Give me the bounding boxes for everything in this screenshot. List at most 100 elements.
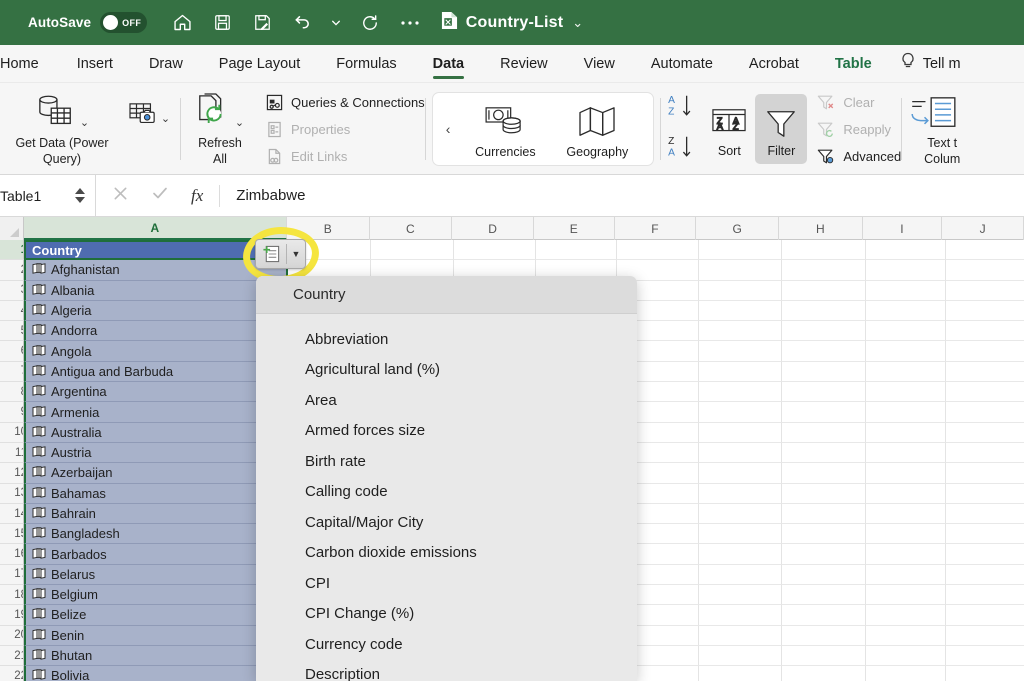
cell-g11[interactable] xyxy=(699,442,782,464)
cell-a12[interactable]: Azerbaijan xyxy=(24,463,288,484)
row-header-21[interactable]: 21 xyxy=(0,645,24,667)
cell-g19[interactable] xyxy=(699,605,782,626)
cell-j16[interactable] xyxy=(946,544,1024,565)
row-header-10[interactable]: 10 xyxy=(0,422,24,443)
cell-j19[interactable] xyxy=(946,605,1024,626)
cell-h12[interactable] xyxy=(782,463,866,484)
column-header-d[interactable]: D xyxy=(452,217,534,240)
name-box-spinner[interactable] xyxy=(75,188,85,203)
undo-chevron-icon[interactable] xyxy=(331,12,341,34)
dropdown-item-description[interactable]: Description xyxy=(256,660,637,681)
cell-j20[interactable] xyxy=(946,626,1024,646)
cell-i12[interactable] xyxy=(866,463,946,484)
cell-i18[interactable] xyxy=(866,585,946,606)
cell-i21[interactable] xyxy=(866,645,946,667)
cell-j7[interactable] xyxy=(946,362,1024,383)
select-all-corner[interactable] xyxy=(0,217,24,240)
tab-view[interactable]: View xyxy=(584,45,615,83)
cell-h19[interactable] xyxy=(782,605,866,626)
row-header-3[interactable]: 3 xyxy=(0,280,24,301)
tab-table[interactable]: Table xyxy=(835,45,872,83)
cell-h13[interactable] xyxy=(782,483,866,504)
cell-g10[interactable] xyxy=(699,422,782,443)
properties-button[interactable]: Properties xyxy=(265,120,425,138)
cell-i19[interactable] xyxy=(866,605,946,626)
cell-c1[interactable] xyxy=(371,240,454,261)
cell-h20[interactable] xyxy=(782,625,866,646)
insert-function-icon[interactable]: fx xyxy=(191,186,203,206)
row-header-9[interactable]: 9 xyxy=(0,402,24,423)
document-menu-chevron-icon[interactable]: ⌄ xyxy=(572,15,583,31)
tab-home[interactable]: Home xyxy=(0,45,39,83)
cell-g5[interactable] xyxy=(699,321,782,342)
clear-filter-button[interactable]: Clear xyxy=(817,93,901,111)
reapply-filter-button[interactable]: Reapply xyxy=(817,120,901,138)
data-type-geography-button[interactable]: Geography xyxy=(551,94,643,164)
accept-check-icon[interactable] xyxy=(151,184,169,207)
cell-g9[interactable] xyxy=(699,402,782,423)
cell-a8[interactable]: Argentina xyxy=(24,382,288,403)
cell-i1[interactable] xyxy=(866,240,946,261)
cell-g22[interactable] xyxy=(699,666,782,681)
cell-g14[interactable] xyxy=(699,503,782,525)
column-header-g[interactable]: G xyxy=(696,217,779,240)
cell-i3[interactable] xyxy=(866,280,946,301)
cell-g16[interactable] xyxy=(699,544,782,565)
get-data-button[interactable]: ⌄ Get Data (Power Query) xyxy=(6,88,118,170)
cell-a15[interactable]: Bangladesh xyxy=(24,524,288,545)
cell-j13[interactable] xyxy=(946,484,1024,504)
cell-e1[interactable] xyxy=(536,240,617,261)
text-to-columns-button[interactable]: Text t Colum xyxy=(902,88,974,170)
row-header-8[interactable]: 8 xyxy=(0,382,24,403)
dropdown-item-area[interactable]: Area xyxy=(256,385,637,416)
queries-and-connections-button[interactable]: Queries & Connections xyxy=(265,93,425,111)
cell-h21[interactable] xyxy=(782,645,866,667)
cell-i4[interactable] xyxy=(866,300,946,322)
cell-i10[interactable] xyxy=(866,422,946,443)
cell-i9[interactable] xyxy=(866,402,946,423)
cell-h10[interactable] xyxy=(782,422,866,443)
tab-page-layout[interactable]: Page Layout xyxy=(219,45,300,83)
cell-i16[interactable] xyxy=(866,544,946,565)
cell-a21[interactable]: Bhutan xyxy=(24,645,288,667)
cell-h18[interactable] xyxy=(782,585,866,606)
cell-h11[interactable] xyxy=(782,442,866,464)
cell-h3[interactable] xyxy=(782,280,866,301)
cell-g21[interactable] xyxy=(699,645,782,667)
cell-i6[interactable] xyxy=(866,341,946,362)
cell-i2[interactable] xyxy=(866,260,946,281)
dropdown-item-abbreviation[interactable]: Abbreviation xyxy=(256,324,637,355)
cell-g4[interactable] xyxy=(699,300,782,322)
cell-j15[interactable] xyxy=(946,524,1024,545)
cell-h5[interactable] xyxy=(782,321,866,342)
advanced-filter-button[interactable]: Advanced xyxy=(817,147,901,165)
cell-a10[interactable]: Australia xyxy=(24,422,288,443)
cell-j12[interactable] xyxy=(946,463,1024,484)
tab-review[interactable]: Review xyxy=(500,45,548,83)
cell-h15[interactable] xyxy=(782,524,866,545)
cancel-x-icon[interactable] xyxy=(112,185,129,207)
cell-h7[interactable] xyxy=(782,361,866,383)
column-header-c[interactable]: C xyxy=(370,217,453,240)
tab-insert[interactable]: Insert xyxy=(77,45,113,83)
column-header-h[interactable]: H xyxy=(779,217,863,240)
refresh-all-chevron-icon[interactable]: ⌄ xyxy=(235,117,244,131)
data-types-collapse-icon[interactable]: ‹ xyxy=(443,121,460,137)
cell-h4[interactable] xyxy=(782,300,866,322)
home-icon[interactable] xyxy=(171,12,193,34)
cell-a6[interactable]: Angola xyxy=(24,341,288,362)
cell-i5[interactable] xyxy=(866,321,946,342)
cell-h8[interactable] xyxy=(782,382,866,403)
cell-g12[interactable] xyxy=(699,463,782,484)
save-as-icon[interactable] xyxy=(251,12,273,34)
cell-i14[interactable] xyxy=(866,503,946,525)
cell-j1[interactable] xyxy=(946,240,1024,261)
row-header-11[interactable]: 11 xyxy=(0,442,24,464)
more-options-icon[interactable] xyxy=(399,12,421,34)
cell-g17[interactable] xyxy=(699,564,782,586)
get-data-chevron-icon[interactable]: ⌄ xyxy=(80,117,89,131)
tab-acrobat[interactable]: Acrobat xyxy=(749,45,799,83)
dropdown-item-birth-rate[interactable]: Birth rate xyxy=(256,446,637,477)
dropdown-item-cpi-change[interactable]: CPI Change (%) xyxy=(256,599,637,630)
cell-g7[interactable] xyxy=(699,361,782,383)
